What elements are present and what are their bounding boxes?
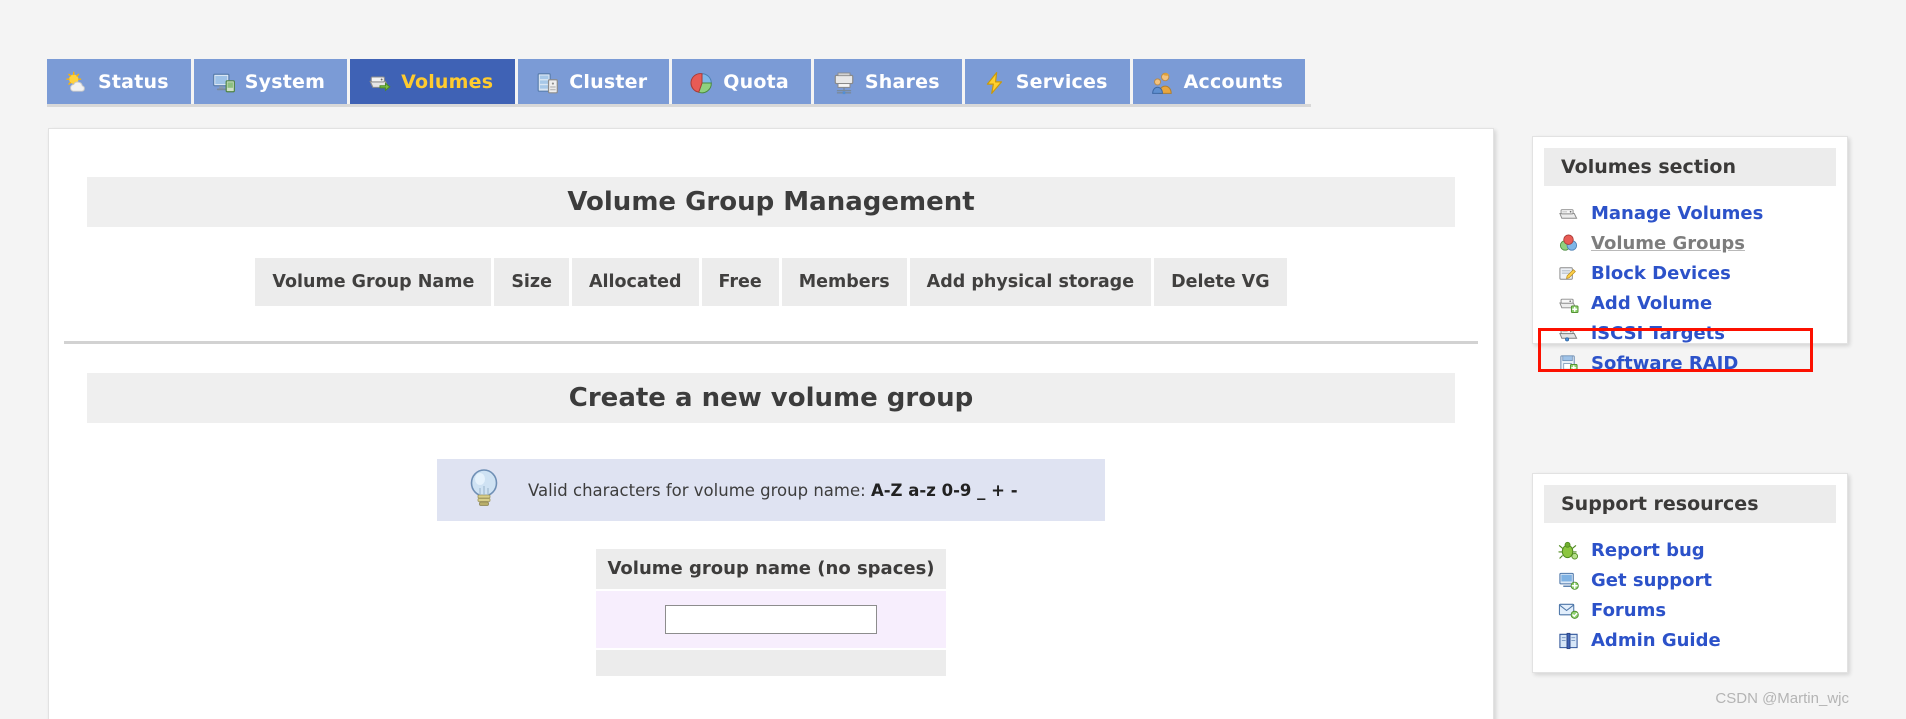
tab-system[interactable]: System: [193, 59, 348, 104]
sun-cloud-icon: [65, 71, 87, 93]
tab-services[interactable]: Services: [964, 59, 1130, 104]
bug-icon: [1558, 540, 1579, 561]
volume-group-management-title: Volume Group Management: [87, 177, 1455, 227]
tab-label: System: [244, 70, 326, 93]
block-device-icon: [1558, 263, 1579, 284]
tab-shares[interactable]: Shares: [813, 59, 962, 104]
servers-icon: [536, 71, 559, 93]
tip-prefix: Valid characters for volume group name:: [528, 480, 871, 500]
tab-label: Shares: [864, 70, 940, 93]
tab-status[interactable]: Status: [47, 59, 191, 104]
pie-chart-icon: [690, 71, 713, 93]
support-resources-panel: Support resources Report bug Get support F…: [1532, 473, 1848, 673]
support-link-forums[interactable]: Forums: [1533, 595, 1847, 625]
iscsi-target-icon: [1558, 323, 1579, 344]
volumes-section-panel: Volumes section Manage Volumes Volume Gro…: [1532, 136, 1848, 374]
link-label: Add Volume: [1591, 292, 1713, 314]
volume-group-name-row: [596, 591, 946, 648]
link-label: Admin Guide: [1591, 629, 1721, 651]
section-divider: [64, 341, 1478, 344]
add-volume-icon: [1558, 293, 1579, 314]
sidebar-link-manage-volumes[interactable]: Manage Volumes: [1533, 198, 1847, 228]
printer-net-icon: [832, 71, 854, 94]
sidebar-link-add-volume[interactable]: Add Volume: [1533, 288, 1847, 318]
page-root: Status System Volumes Cluster Quota Shares Ser…: [0, 0, 1906, 719]
link-label: Software RAID: [1591, 352, 1739, 374]
table-header-row: Volume Group Name Size Allocated Free Member…: [255, 258, 1287, 306]
volume-group-name-label: Volume group name (no spaces): [596, 549, 946, 589]
lightning-icon: [983, 71, 1005, 94]
forums-icon: [1558, 600, 1579, 621]
volumes-section-title: Volumes section: [1544, 148, 1836, 186]
link-label: Block Devices: [1591, 262, 1731, 284]
table-header-cell: Add physical storage: [909, 258, 1152, 306]
tab-label: Services: [1015, 70, 1108, 93]
main-navigation-tabs: Status System Volumes Cluster Quota Shares Ser…: [47, 59, 1311, 107]
link-label: iSCSI Targets: [1591, 322, 1725, 344]
link-label: Volume Groups: [1591, 232, 1745, 254]
support-link-admin-guide[interactable]: Admin Guide: [1533, 625, 1847, 655]
link-label: Manage Volumes: [1591, 202, 1764, 224]
tab-volumes[interactable]: Volumes: [350, 59, 516, 104]
tab-label: Accounts: [1183, 70, 1283, 93]
drive-arrow-icon: [368, 71, 391, 93]
table-header-cell: Volume Group Name: [255, 258, 492, 306]
volume-groups-table: Volume Group Name Size Allocated Free Member…: [252, 258, 1289, 306]
volume-groups-icon: [1558, 233, 1579, 254]
support-icon: [1558, 570, 1579, 591]
create-volume-group-title: Create a new volume group: [87, 373, 1455, 423]
software-raid-icon: [1558, 353, 1579, 374]
sidebar-link-volume-groups[interactable]: Volume Groups: [1533, 228, 1847, 258]
link-label: Get support: [1591, 569, 1712, 591]
table-header-cell: Delete VG: [1154, 258, 1287, 306]
volume-group-name-input[interactable]: [665, 605, 877, 634]
sidebar-link-iscsi-targets[interactable]: iSCSI Targets: [1533, 318, 1847, 348]
support-link-get-support[interactable]: Get support: [1533, 565, 1847, 595]
tab-label: Cluster: [569, 70, 648, 93]
lightbulb-icon: [467, 468, 501, 512]
table-header-cell: Free: [701, 258, 779, 306]
sidebar-link-software-raid[interactable]: Software RAID: [1533, 348, 1847, 378]
tab-label: Quota: [723, 70, 789, 93]
users-icon: [1151, 71, 1173, 94]
watermark-text: CSDN @Martin_wjc: [1715, 690, 1849, 707]
link-label: Forums: [1591, 599, 1667, 621]
form-footer-bar: [596, 650, 946, 676]
tab-label: Status: [98, 70, 169, 93]
tab-cluster[interactable]: Cluster: [518, 59, 670, 104]
support-link-report-bug[interactable]: Report bug: [1533, 535, 1847, 565]
monitor-icon: [212, 71, 235, 93]
tip-valid-chars: A-Z a-z 0-9 _ + -: [870, 480, 1018, 500]
table-header-cell: Allocated: [571, 258, 699, 306]
valid-characters-tip: Valid characters for volume group name: …: [437, 459, 1105, 521]
tab-label: Volumes: [401, 70, 494, 93]
main-content-panel: Volume Group Management Volume Group Nam…: [48, 128, 1494, 719]
drive-icon: [1558, 203, 1579, 224]
tip-text: Valid characters for volume group name: …: [528, 481, 1018, 500]
book-icon: [1558, 630, 1579, 651]
tab-quota[interactable]: Quota: [672, 59, 811, 104]
table-header-cell: Size: [494, 258, 569, 306]
support-resources-list: Report bug Get support Forums Admin Guide: [1533, 535, 1847, 655]
support-resources-title: Support resources: [1544, 485, 1836, 523]
volumes-section-list: Manage Volumes Volume Groups Block Devices…: [1533, 198, 1847, 378]
sidebar-link-block-devices[interactable]: Block Devices: [1533, 258, 1847, 288]
tab-accounts[interactable]: Accounts: [1132, 59, 1305, 104]
table-header-cell: Members: [781, 258, 907, 306]
link-label: Report bug: [1591, 539, 1705, 561]
